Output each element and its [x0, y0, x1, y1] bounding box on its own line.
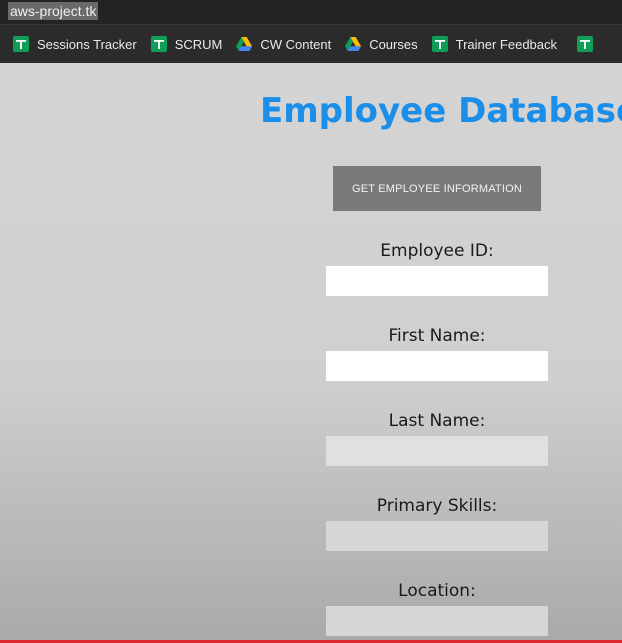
first-name-label: First Name:: [388, 326, 486, 346]
address-bar[interactable]: aws-project.tk: [0, 0, 622, 25]
google-drive-icon: [345, 36, 362, 52]
first-name-input[interactable]: [326, 351, 548, 381]
bookmark-label: Trainer Feedback: [455, 36, 558, 52]
google-sheets-icon: [13, 36, 29, 52]
last-name-label: Last Name:: [388, 411, 486, 431]
page-title: Employee Database: [260, 91, 622, 131]
google-sheets-icon: [150, 36, 167, 52]
bookmark-trainer-feedback[interactable]: Trainer Feedback: [431, 31, 558, 57]
primary-skills-input[interactable]: [326, 521, 548, 551]
bookmark-overflow[interactable]: [577, 31, 601, 57]
get-employee-information-button[interactable]: GET EMPLOYEE INFORMATION: [333, 166, 541, 211]
bookmark-label: SCRUM: [174, 36, 223, 52]
bookmark-cw-content[interactable]: CW Content: [236, 31, 331, 57]
google-sheets-icon: [431, 36, 448, 52]
google-sheets-icon: [577, 36, 594, 52]
page-content: Employee Database GET EMPLOYEE INFORMATI…: [0, 63, 622, 641]
bookmark-label: Sessions Tracker: [37, 36, 137, 52]
last-name-input[interactable]: [326, 436, 548, 466]
employee-id-input[interactable]: [326, 266, 548, 296]
bookmark-label: CW Content: [260, 36, 332, 52]
employee-id-label: Employee ID:: [380, 241, 494, 261]
location-label: Location:: [398, 581, 476, 601]
primary-skills-label: Primary Skills:: [376, 496, 498, 516]
bookmark-scrum[interactable]: SCRUM: [150, 31, 223, 57]
bookmarks-bar: Sessions Tracker SCRUM CW Content Course…: [0, 25, 622, 63]
url-text[interactable]: aws-project.tk: [8, 2, 99, 20]
location-input[interactable]: [326, 606, 548, 636]
bookmark-sessions-tracker[interactable]: Sessions Tracker: [13, 31, 137, 57]
bookmark-courses[interactable]: Courses: [345, 31, 418, 57]
bookmark-label: Courses: [369, 36, 418, 52]
google-drive-icon: [236, 36, 253, 52]
